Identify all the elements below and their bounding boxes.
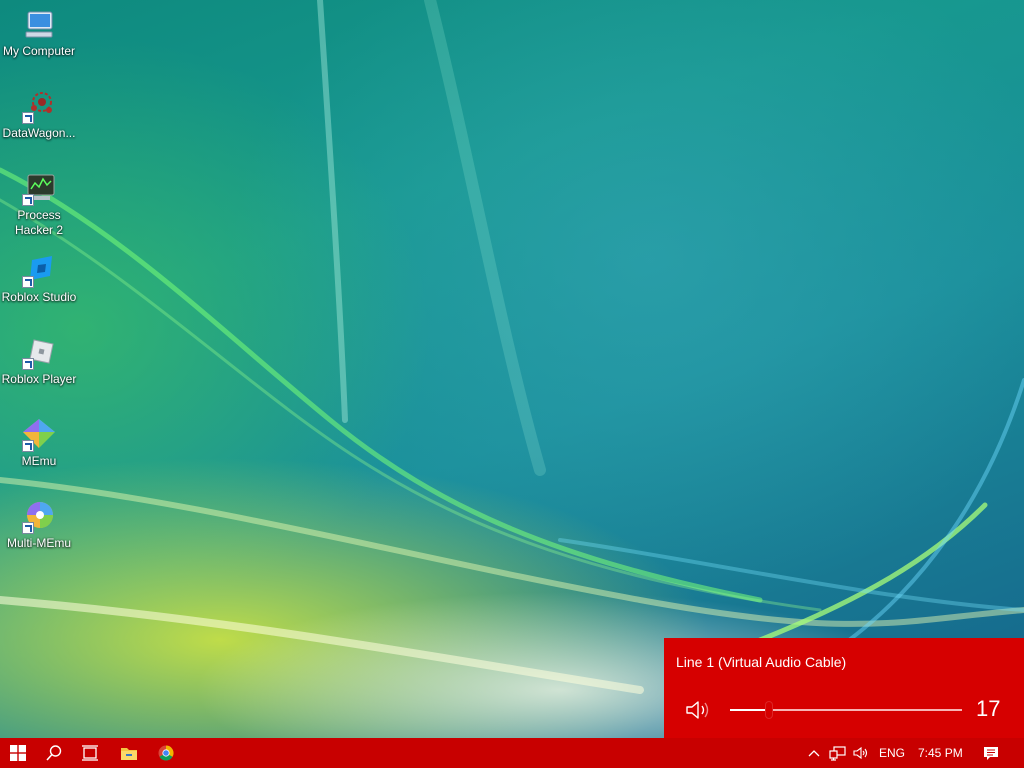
task-view-icon [82, 745, 98, 761]
shortcut-arrow-icon [22, 358, 34, 370]
desktop-icon-process-hacker[interactable]: Process Hacker 2 [0, 172, 78, 238]
multi-memu-icon [22, 500, 56, 534]
desktop-icon-label: Process Hacker 2 [14, 208, 64, 237]
speaker-icon[interactable] [684, 698, 714, 722]
clock[interactable]: 7:45 PM [918, 738, 963, 768]
shortcut-arrow-icon [22, 112, 34, 124]
volume-slider-thumb[interactable] [765, 701, 773, 719]
task-view-button[interactable] [72, 738, 108, 768]
desktop-icon-label: Multi-MEmu [6, 536, 71, 550]
desktop-icon-datawagon[interactable]: DataWagon... [0, 90, 78, 141]
chrome-icon [158, 745, 174, 761]
volume-tray-button[interactable] [850, 738, 872, 768]
windows-logo-icon [10, 745, 26, 761]
chevron-up-icon [808, 750, 820, 757]
roblox-studio-icon [22, 254, 56, 288]
show-hidden-icons-button[interactable] [804, 738, 824, 768]
language-indicator[interactable]: ENG [879, 738, 905, 768]
volume-value: 17 [976, 696, 1001, 721]
network-icon [829, 746, 846, 761]
shortcut-arrow-icon [22, 276, 34, 288]
roblox-player-icon [22, 336, 56, 370]
datawagon-icon [22, 90, 56, 124]
search-icon [46, 745, 62, 761]
action-center-icon [984, 746, 998, 760]
chrome-button[interactable] [148, 738, 184, 768]
desktop-icon-roblox-studio[interactable]: Roblox Studio [0, 254, 78, 305]
desktop-icon-label: Roblox Studio [1, 290, 77, 304]
folder-icon [121, 748, 137, 760]
volume-slider-fill [730, 709, 769, 711]
desktop-icon-my-computer[interactable]: My Computer [0, 8, 78, 59]
start-button[interactable] [0, 738, 36, 768]
desktop-icon-roblox-player[interactable]: Roblox Player [0, 336, 78, 387]
desktop-icon-label: Roblox Player [1, 372, 77, 386]
network-button[interactable] [826, 738, 850, 768]
desktop-icon-label: MEmu [21, 454, 57, 468]
volume-slider[interactable] [730, 700, 962, 720]
desktop-icon-memu[interactable]: MEmu [0, 418, 78, 469]
process-hacker-icon [22, 172, 56, 206]
shortcut-arrow-icon [22, 440, 34, 452]
file-explorer-button[interactable] [111, 738, 147, 768]
action-center-button[interactable] [974, 738, 1008, 768]
volume-flyout: Line 1 (Virtual Audio Cable) 17 [664, 638, 1024, 738]
desktop-icon-label: DataWagon... [2, 126, 76, 140]
computer-icon [22, 8, 56, 42]
audio-device-name[interactable]: Line 1 (Virtual Audio Cable) [676, 654, 846, 670]
volume-icon [853, 746, 868, 760]
desktop: My Computer DataWagon... Process Hacker … [0, 0, 1024, 768]
desktop-icon-multi-memu[interactable]: Multi-MEmu [0, 500, 78, 551]
shortcut-arrow-icon [22, 194, 34, 206]
shortcut-arrow-icon [22, 522, 34, 534]
memu-icon [22, 418, 56, 452]
desktop-icon-label: My Computer [2, 44, 76, 58]
search-button[interactable] [36, 738, 72, 768]
taskbar: ENG 7:45 PM [0, 738, 1024, 768]
